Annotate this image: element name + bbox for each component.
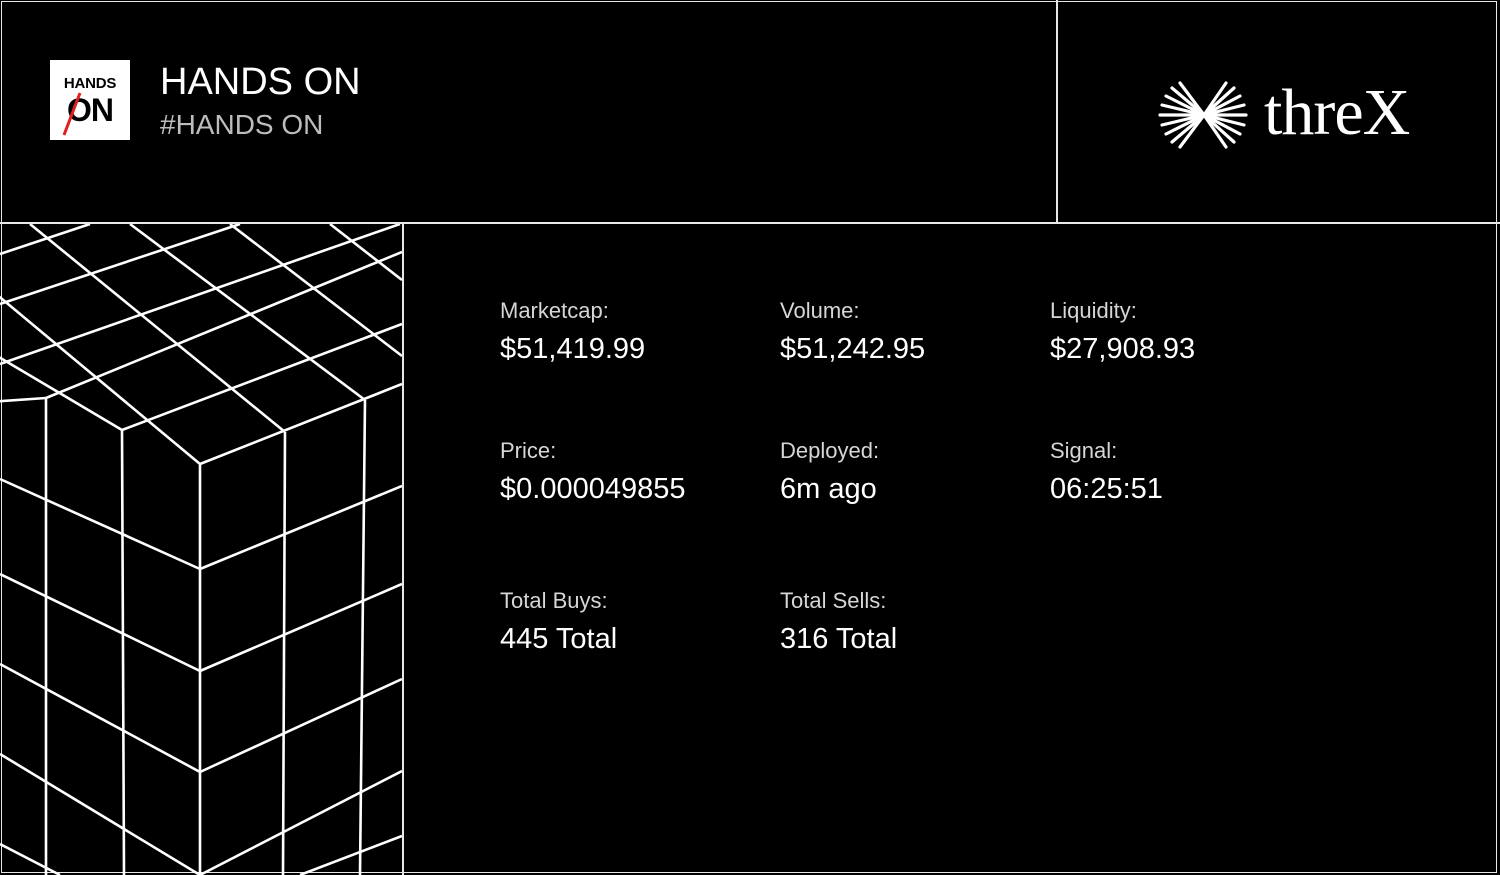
stat-marketcap: Marketcap: $51,419.99 [500,298,760,366]
stat-deployed-label: Deployed: [780,438,880,463]
stat-volume-value: $51,242.95 [780,333,926,365]
brand-logo: threX [1158,76,1410,152]
stat-signal-label: Signal: [1050,438,1118,463]
stat-total-buys: Total Buys: 445 Total [500,588,760,656]
stat-volume: Volume: $51,242.95 [780,298,1040,366]
stat-price: Price: $0.000049855 [500,438,760,506]
token-name: HANDS ON [160,61,361,103]
stat-liquidity-label: Liquidity: [1050,298,1137,323]
stat-marketcap-label: Marketcap: [500,298,609,323]
brand-divider [1056,0,1058,223]
stat-total-sells: Total Sells: 316 Total [780,588,1040,656]
stat-total-buys-label: Total Buys: [500,588,608,613]
stat-price-value: $0.000049855 [500,473,686,505]
stat-signal-value: 06:25:51 [1050,473,1163,505]
token-ticker: #HANDS ON [160,109,324,140]
stat-deployed-value: 6m ago [780,473,877,505]
cube-grid-graphic [0,224,402,875]
stat-volume-label: Volume: [780,298,860,323]
stat-total-buys-value: 445 Total [500,623,618,655]
stat-price-label: Price: [500,438,557,463]
token-logo: HANDS ON [50,60,130,140]
stat-liquidity-value: $27,908.93 [1050,333,1196,365]
stat-total-sells-value: 316 Total [780,623,898,655]
stat-total-sells-label: Total Sells: [780,588,887,613]
illustration-divider [402,223,404,875]
stat-deployed: Deployed: 6m ago [780,438,1040,506]
stat-signal: Signal: 06:25:51 [1050,438,1310,506]
brand-name: threX [1264,76,1410,149]
logo-slash-icon [62,92,82,136]
stat-liquidity: Liquidity: $27,908.93 [1050,298,1310,366]
stat-marketcap-value: $51,419.99 [500,333,646,365]
wireframe-cube-illustration [0,224,402,875]
burst-icon [1158,81,1248,149]
